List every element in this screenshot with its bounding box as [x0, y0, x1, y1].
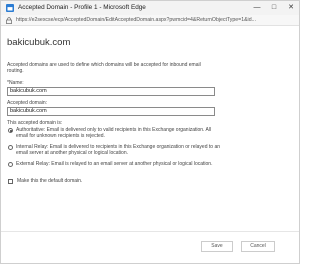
accepted-domain-input[interactable]: bakicubuk.com [7, 107, 215, 116]
radio-internal-relay-label: Internal Relay: Email is delivered to re… [16, 144, 220, 157]
accepted-domain-label: Accepted domain: [7, 100, 48, 106]
title-bar: Accepted Domain - Profile 1 - Microsoft … [1, 1, 299, 15]
name-input[interactable]: bakicubuk.com [7, 87, 215, 96]
radio-external-relay[interactable]: External Relay: Email is relayed to an e… [8, 161, 221, 167]
page-title: bakicubuk.com [7, 37, 71, 48]
default-domain-checkbox-row[interactable]: Make this the default domain. [8, 178, 82, 184]
footer-divider [1, 231, 299, 232]
radio-button[interactable] [8, 162, 13, 167]
radio-external-relay-label: External Relay: Email is relayed to an e… [16, 161, 213, 167]
address-bar[interactable]: https://e2sexcse/ecp/AcceptedDomain/Edit… [1, 15, 299, 26]
name-label: *Name: [7, 80, 24, 86]
save-button[interactable]: Save [201, 241, 233, 252]
radio-authoritative-label: Authoritative: Email is delivered only t… [16, 127, 212, 140]
window-title: Accepted Domain - Profile 1 - Microsoft … [18, 4, 146, 11]
url-text[interactable]: https://e2sexcse/ecp/AcceptedDomain/Edit… [16, 16, 296, 25]
edge-app-icon [6, 4, 14, 12]
radio-button[interactable] [8, 145, 13, 150]
minimize-button[interactable]: — [249, 1, 265, 15]
domain-type-label: This accepted domain is: [7, 120, 63, 126]
radio-authoritative[interactable]: Authoritative: Email is delivered only t… [8, 127, 221, 140]
maximize-button[interactable]: □ [266, 1, 282, 15]
browser-window: Accepted Domain - Profile 1 - Microsoft … [0, 0, 300, 264]
close-button[interactable]: ✕ [283, 1, 299, 15]
radio-internal-relay[interactable]: Internal Relay: Email is delivered to re… [8, 144, 221, 157]
default-domain-checkbox[interactable] [8, 178, 13, 184]
radio-button[interactable] [8, 128, 13, 133]
lock-icon [6, 17, 12, 24]
default-domain-label: Make this the default domain. [17, 178, 83, 184]
page-description: Accepted domains are used to define whic… [7, 62, 201, 75]
cancel-button[interactable]: Cancel [241, 241, 275, 252]
